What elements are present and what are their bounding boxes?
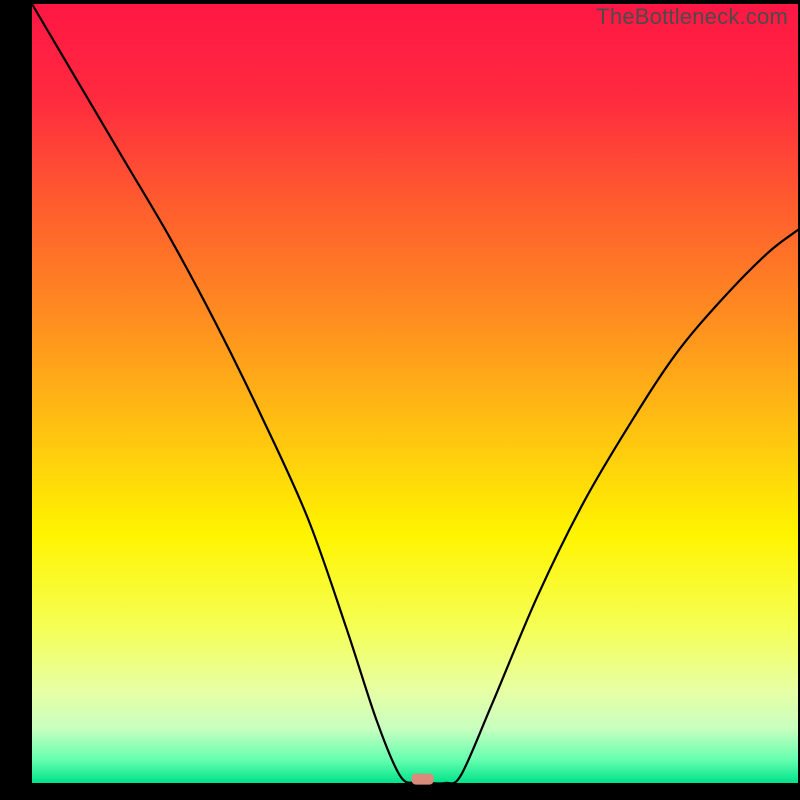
optimum-marker (412, 774, 434, 785)
chart-svg (0, 0, 800, 800)
chart-canvas: TheBottleneck.com (0, 0, 800, 800)
plot-background (32, 4, 798, 783)
watermark-text: TheBottleneck.com (596, 4, 788, 30)
